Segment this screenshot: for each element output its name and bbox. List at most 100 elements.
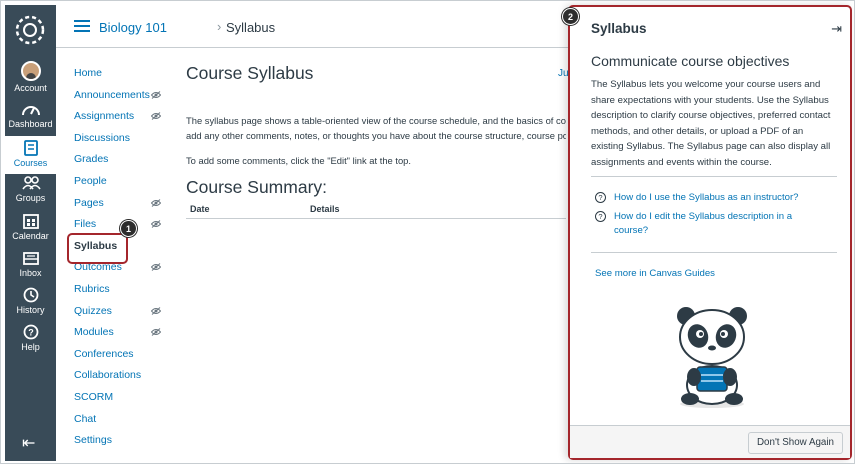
course-nav-label: Home — [74, 67, 103, 79]
course-nav-grades[interactable]: Grades — [74, 149, 164, 171]
question-icon: ? — [595, 211, 606, 222]
hidden-eye-icon — [151, 220, 161, 229]
course-nav-label: Assignments — [74, 110, 135, 123]
course-nav-discussions[interactable]: Discussions — [74, 128, 164, 150]
course-nav-settings[interactable]: Settings — [74, 430, 164, 452]
course-nav-label: Rubrics — [74, 282, 110, 295]
hidden-eye-icon — [151, 198, 161, 207]
main-content: Course Syllabus The syllabus page shows … — [186, 63, 566, 219]
calendar-icon — [22, 214, 39, 229]
global-nav-inbox[interactable]: Inbox — [5, 250, 56, 288]
courses-icon — [23, 140, 38, 156]
callout-badge-2: 2 — [562, 8, 579, 25]
hidden-eye-icon — [151, 263, 161, 272]
guide-link-edit-description[interactable]: ? How do I edit the Syllabus description… — [591, 210, 809, 238]
global-nav-history[interactable]: History — [5, 287, 56, 325]
callout-badge-1: 1 — [120, 220, 137, 237]
global-nav-label: Calendar — [12, 231, 49, 241]
close-tray-icon[interactable]: ⇥ — [831, 21, 842, 37]
course-nav-label: Grades — [74, 153, 109, 166]
hidden-eye-icon — [151, 112, 161, 121]
course-nav-people[interactable]: People — [74, 171, 164, 193]
jump-to-today-link[interactable]: Ju — [558, 68, 569, 79]
global-nav-label: History — [16, 305, 45, 315]
global-nav-label: Help — [21, 342, 40, 352]
course-nav-label: Pages — [74, 196, 104, 209]
hamburger-menu-icon[interactable] — [74, 20, 90, 32]
syllabus-intro-line: The syllabus page shows a table-oriented… — [186, 115, 566, 126]
course-nav-quizzes[interactable]: Quizzes — [74, 301, 164, 323]
hidden-eye-icon — [151, 328, 161, 337]
hidden-eye-icon — [151, 306, 161, 315]
panda-illustration — [677, 307, 747, 408]
course-nav-chat[interactable]: Chat — [74, 409, 164, 431]
syllabus-intro-line: add any other comments, notes, or though… — [186, 130, 566, 141]
course-nav-conferences[interactable]: Conferences — [74, 344, 164, 366]
global-nav-help[interactable]: ? Help — [5, 324, 56, 362]
tray-description: The Syllabus lets you welcome your cours… — [591, 79, 831, 168]
course-nav-home[interactable]: Home — [74, 63, 164, 85]
guide-link-label: How do I edit the Syllabus description i… — [614, 211, 793, 236]
app-window: Account Dashboard Courses Groups Calenda… — [0, 0, 855, 464]
hidden-eye-icon — [151, 90, 161, 99]
course-nav-rubrics[interactable]: Rubrics — [74, 279, 164, 301]
syllabus-tray: Syllabus ⇥ Communicate course objectives… — [568, 5, 852, 460]
col-date: Date — [190, 204, 210, 214]
divider — [591, 252, 837, 253]
global-nav-dashboard[interactable]: Dashboard — [5, 101, 56, 139]
course-nav-label: Conferences — [74, 347, 134, 360]
course-nav-label: Quizzes — [74, 304, 112, 317]
course-nav-label: Discussions — [74, 131, 131, 144]
guide-link-instructor[interactable]: ? How do I use the Syllabus as an instru… — [591, 191, 809, 205]
global-nav-courses[interactable]: Courses — [5, 136, 56, 174]
global-nav-label: Dashboard — [8, 119, 53, 129]
course-nav-label: Announcements — [74, 88, 150, 101]
course-nav-collaborations[interactable]: Collaborations — [74, 365, 164, 387]
edit-hint: To add some comments, click the "Edit" l… — [186, 155, 411, 166]
tray-subtitle: Communicate course objectives — [591, 53, 790, 69]
course-nav-assignments[interactable]: Assignments — [74, 106, 164, 128]
global-nav-label: Inbox — [19, 268, 42, 278]
course-nav-label: Settings — [74, 434, 112, 447]
breadcrumb-current: Syllabus — [226, 20, 276, 35]
tray-footer: Don't Show Again — [570, 425, 850, 458]
course-nav-announcements[interactable]: Announcements — [74, 85, 164, 107]
col-details: Details — [310, 204, 340, 214]
groups-icon — [21, 176, 41, 190]
summary-table-header: Date Details — [186, 203, 566, 219]
course-nav-label: Collaborations — [74, 369, 142, 382]
help-icon: ? — [23, 324, 38, 340]
global-nav-label: Account — [14, 83, 47, 93]
global-nav-groups[interactable]: Groups — [5, 175, 56, 213]
collapse-nav-icon[interactable]: ⇤ — [22, 433, 35, 453]
avatar — [20, 61, 41, 81]
tray-title: Syllabus — [591, 21, 647, 36]
global-nav-calendar[interactable]: Calendar — [5, 213, 56, 251]
page-title: Course Syllabus — [186, 63, 314, 83]
course-nav-modules[interactable]: Modules — [74, 322, 164, 344]
course-nav-label: Files — [74, 218, 97, 231]
breadcrumb-separator: › — [217, 19, 222, 34]
canvas-logo-icon[interactable] — [15, 15, 45, 45]
inbox-icon — [22, 252, 39, 265]
global-nav-label: Courses — [13, 158, 48, 168]
course-nav-label: SCORM — [74, 390, 114, 403]
svg-text:?: ? — [28, 328, 34, 338]
course-nav-label: People — [74, 174, 107, 187]
global-nav: Account Dashboard Courses Groups Calenda… — [5, 5, 56, 461]
guide-link-label: How do I use the Syllabus as an instruct… — [614, 192, 799, 203]
see-more-guides-link[interactable]: See more in Canvas Guides — [595, 268, 715, 279]
divider — [591, 176, 837, 177]
global-nav-label: Groups — [15, 193, 46, 203]
question-icon: ? — [595, 192, 606, 203]
course-nav-label: Chat — [74, 412, 97, 425]
course-nav-label: Modules — [74, 326, 114, 339]
dashboard-icon — [21, 106, 40, 116]
course-nav-pages[interactable]: Pages — [74, 193, 164, 215]
course-nav-scorm[interactable]: SCORM — [74, 387, 164, 409]
syllabus-highlight — [67, 233, 128, 264]
global-nav-account[interactable]: Account — [5, 61, 56, 99]
dont-show-again-button[interactable]: Don't Show Again — [747, 432, 843, 454]
history-icon — [23, 287, 38, 303]
breadcrumb-course[interactable]: Biology 101 — [99, 20, 167, 35]
